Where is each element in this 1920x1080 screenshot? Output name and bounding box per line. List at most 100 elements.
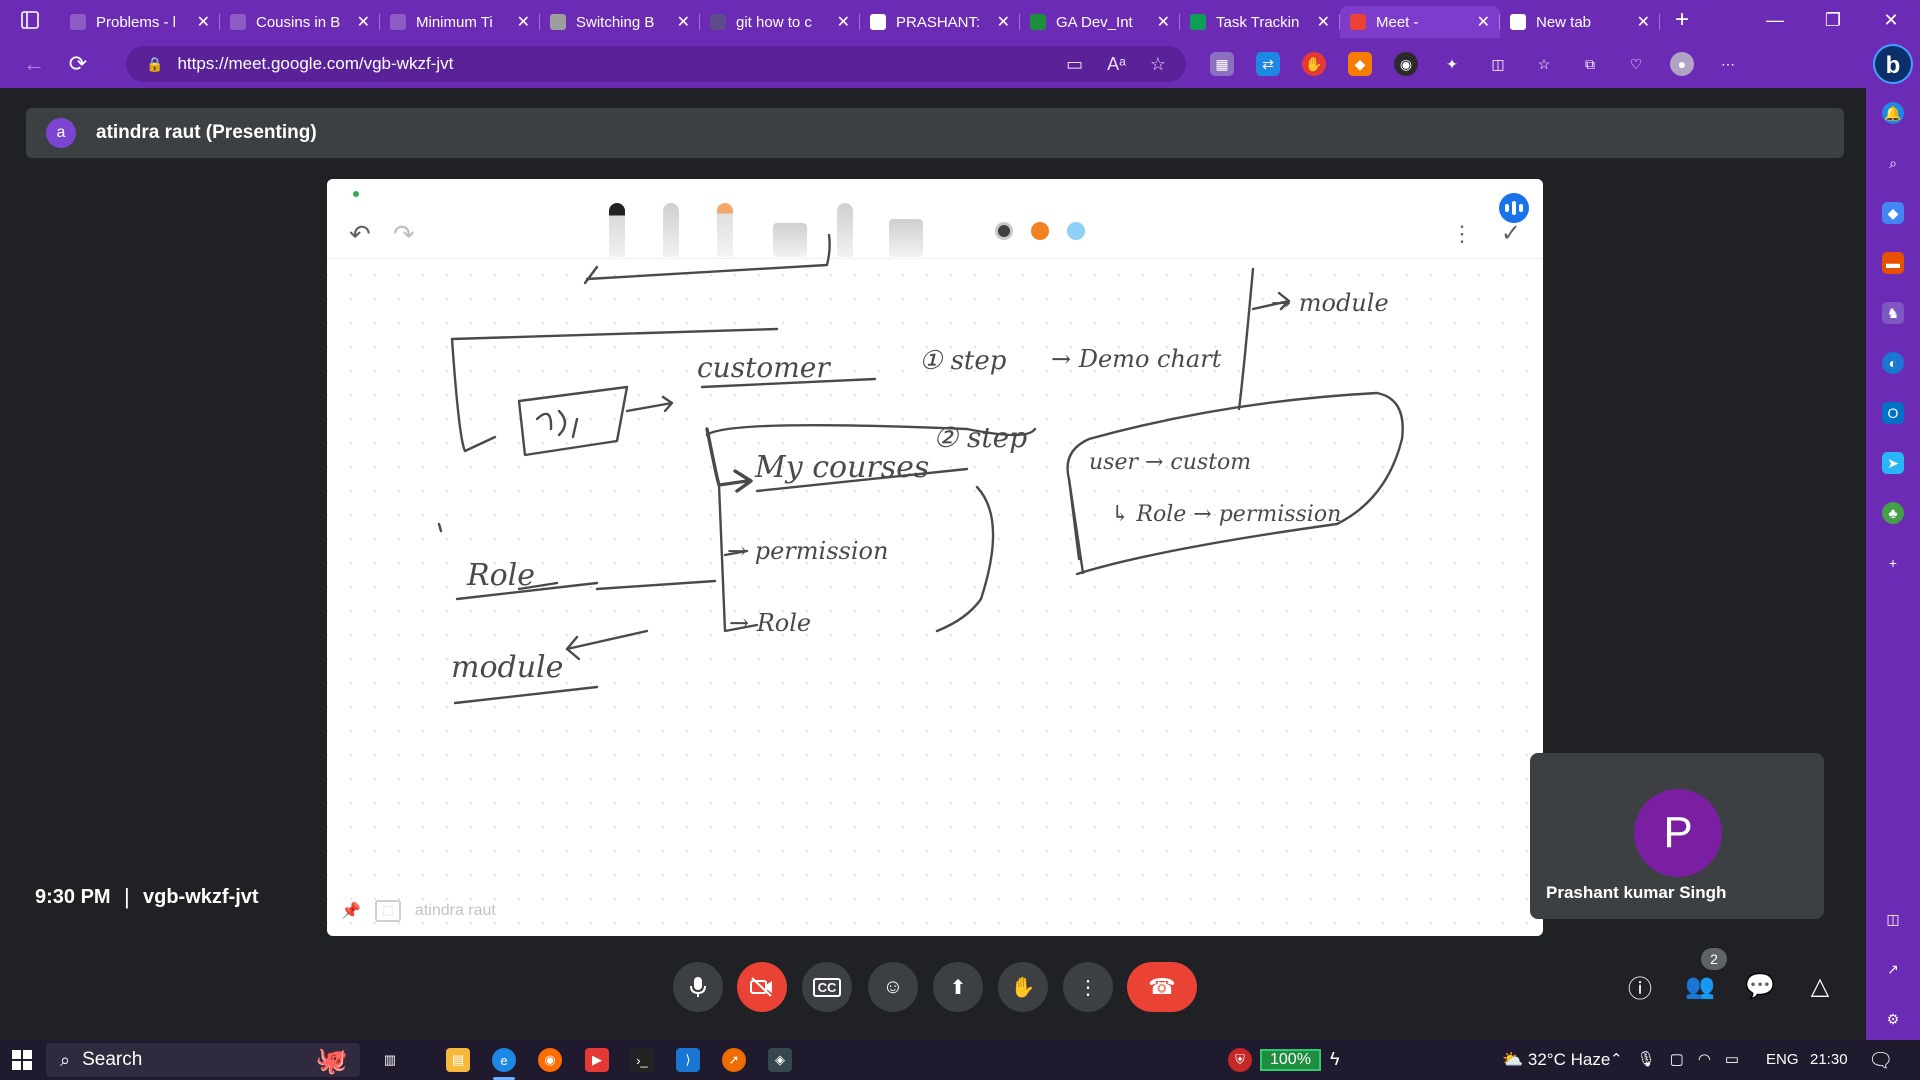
people-button[interactable]: 👥 (1682, 968, 1718, 1004)
captions-icon: CC (812, 977, 842, 997)
input-language[interactable]: ENG (1766, 1051, 1799, 1068)
participant-tile[interactable]: P Prashant kumar Singh (1530, 753, 1824, 919)
restore-button[interactable]: ❐ (1804, 0, 1862, 40)
favorite-star-icon[interactable]: ☆ (1150, 54, 1166, 75)
youtube-icon[interactable]: ▶ (585, 1048, 609, 1072)
send-icon[interactable]: ➤ (1882, 452, 1904, 474)
browser-tab[interactable]: Problems - l ✕ (60, 6, 220, 38)
tab-favicon-icon (230, 14, 246, 30)
collections-icon[interactable]: ⧉ (1578, 52, 1602, 76)
postman-icon[interactable]: ➚ (722, 1048, 746, 1072)
firefox-icon[interactable]: ◉ (538, 1048, 562, 1072)
camera-tray-icon[interactable]: ▢ (1670, 1050, 1684, 1068)
tab-close-icon[interactable]: ✕ (1157, 12, 1170, 32)
tab-close-icon[interactable]: ✕ (517, 12, 530, 32)
captions-button[interactable]: CC (802, 962, 852, 1012)
tab-close-icon[interactable]: ✕ (837, 12, 850, 32)
activities-button[interactable]: △ (1802, 968, 1838, 1004)
tools-toolbox-icon[interactable]: ▬ (1882, 252, 1904, 274)
tab-close-icon[interactable]: ✕ (1317, 12, 1330, 32)
more-menu-icon[interactable]: ⋯ (1716, 52, 1740, 76)
qr-extension-icon[interactable]: ▦ (1210, 52, 1234, 76)
browser-tab[interactable]: PRASHANT: ✕ (860, 6, 1020, 38)
whiteboard-canvas[interactable]: ↶ ↷ ⋮ ✓ customer ① step → Demo chart → m… (327, 179, 1543, 936)
sidebar-panel-icon[interactable]: ◫ (1882, 908, 1904, 930)
start-button[interactable] (0, 1040, 44, 1080)
tab-close-icon[interactable]: ✕ (677, 12, 690, 32)
sidebar-settings-icon[interactable]: ⚙ (1882, 1008, 1904, 1030)
mic-tray-icon[interactable]: 🎙 (1637, 1050, 1656, 1068)
weather-widget[interactable]: ⛅ 32°C Haze (1502, 1050, 1610, 1070)
browser-tab[interactable]: Task Trackin ✕ (1180, 6, 1340, 38)
new-tab-button[interactable]: + (1660, 6, 1704, 34)
refresh-button[interactable]: ⟳ (56, 44, 100, 84)
tab-close-icon[interactable]: ✕ (357, 12, 370, 32)
office-icon[interactable]: ◐ (1882, 352, 1904, 374)
leave-call-button[interactable]: ☎ (1127, 962, 1197, 1012)
profile-avatar-icon[interactable]: ● (1670, 52, 1694, 76)
fullscreen-icon[interactable]: ⬚ (374, 900, 401, 922)
camera-blocked-icon[interactable]: ▭ (1066, 54, 1083, 75)
tab-close-icon[interactable]: ✕ (1637, 12, 1650, 32)
favorites-icon[interactable]: ☆ (1532, 52, 1556, 76)
file-explorer-icon[interactable]: ▤ (446, 1048, 470, 1072)
pin-icon[interactable]: 📌 (341, 901, 361, 921)
tab-close-icon[interactable]: ✕ (997, 12, 1010, 32)
bing-copilot-icon[interactable]: b (1873, 44, 1913, 84)
back-button[interactable]: ← (12, 44, 56, 84)
performance-icon[interactable]: ♡ (1624, 52, 1648, 76)
camera-off-button[interactable] (737, 962, 787, 1012)
outlook-icon[interactable]: O (1882, 402, 1904, 424)
sketch-left-bracket (450, 327, 779, 453)
extensions-puzzle-icon[interactable]: ✦ (1440, 52, 1464, 76)
presenter-bar: a atindra raut (Presenting) (26, 108, 1844, 158)
read-aloud-icon[interactable]: Aᵃ (1107, 54, 1126, 75)
task-view-icon[interactable]: ▥ (378, 1048, 402, 1072)
sidebar-search-icon[interactable]: ⌕ (1882, 152, 1904, 174)
edge-taskbar-icon[interactable]: e (492, 1048, 516, 1072)
chat-button[interactable]: 💬 (1742, 968, 1778, 1004)
mouse-extension-icon[interactable]: ◉ (1394, 52, 1418, 76)
minimize-button[interactable]: — (1746, 0, 1804, 40)
notification-bell-icon[interactable]: 🔔 (1882, 102, 1904, 124)
adblock-extension-icon[interactable]: ✋ (1302, 52, 1326, 76)
tab-title: GA Dev_Int (1056, 13, 1133, 31)
terminal-icon[interactable]: ›_ (630, 1048, 654, 1072)
search-icon: ⌕ (60, 1049, 71, 1070)
translate-extension-icon[interactable]: ⇄ (1256, 52, 1280, 76)
more-options-button[interactable]: ⋮ (1063, 962, 1113, 1012)
games-icon[interactable]: ♞ (1882, 302, 1904, 324)
antivirus-tray-icon[interactable]: ⛨ (1228, 1048, 1252, 1072)
browser-tab[interactable]: Cousins in B ✕ (220, 6, 380, 38)
browser-tab[interactable]: git how to c ✕ (700, 6, 860, 38)
browser-tab[interactable]: Meet - ✕ (1340, 6, 1500, 38)
metamask-extension-icon[interactable]: ◆ (1348, 52, 1372, 76)
browser-tab[interactable]: GA Dev_Int ✕ (1020, 6, 1180, 38)
sidebar-add-icon[interactable]: + (1882, 552, 1904, 574)
tree-icon[interactable]: ♣ (1882, 502, 1904, 524)
taskbar-clock[interactable]: 21:30 (1810, 1051, 1848, 1068)
address-bar[interactable]: 🔒 https://meet.google.com/vgb-wkzf-jvt ▭… (126, 46, 1186, 82)
present-button[interactable]: ⬆ (933, 962, 983, 1012)
close-window-button[interactable]: ✕ (1862, 0, 1920, 40)
browser-tab[interactable]: Minimum Ti ✕ (380, 6, 540, 38)
vscode-icon[interactable]: ⟩ (676, 1048, 700, 1072)
split-screen-icon[interactable]: ◫ (1486, 52, 1510, 76)
browser-tab[interactable]: New tab ✕ (1500, 6, 1660, 38)
meeting-details-button[interactable]: ⓘ (1622, 968, 1658, 1004)
wifi-icon[interactable]: ◠ (1698, 1050, 1711, 1068)
shopping-tag-icon[interactable]: ◆ (1882, 202, 1904, 224)
microphone-button[interactable] (673, 962, 723, 1012)
tab-close-icon[interactable]: ✕ (1477, 12, 1490, 32)
battery-icon[interactable]: ▭ (1725, 1050, 1739, 1068)
tab-close-icon[interactable]: ✕ (197, 12, 210, 32)
notification-center-icon[interactable]: 🗨 (1868, 1048, 1893, 1073)
database-tool-icon[interactable]: ◈ (768, 1048, 792, 1072)
tray-chevron-icon[interactable]: ⌃ (1610, 1050, 1623, 1068)
taskbar-search[interactable]: ⌕ Search 🐙 (46, 1043, 360, 1077)
browser-tab[interactable]: Switching B ✕ (540, 6, 700, 38)
reactions-button[interactable]: ☺ (868, 962, 918, 1012)
raise-hand-button[interactable]: ✋ (998, 962, 1048, 1012)
open-external-icon[interactable]: ↗ (1882, 958, 1904, 980)
tab-actions-icon[interactable] (0, 0, 60, 40)
